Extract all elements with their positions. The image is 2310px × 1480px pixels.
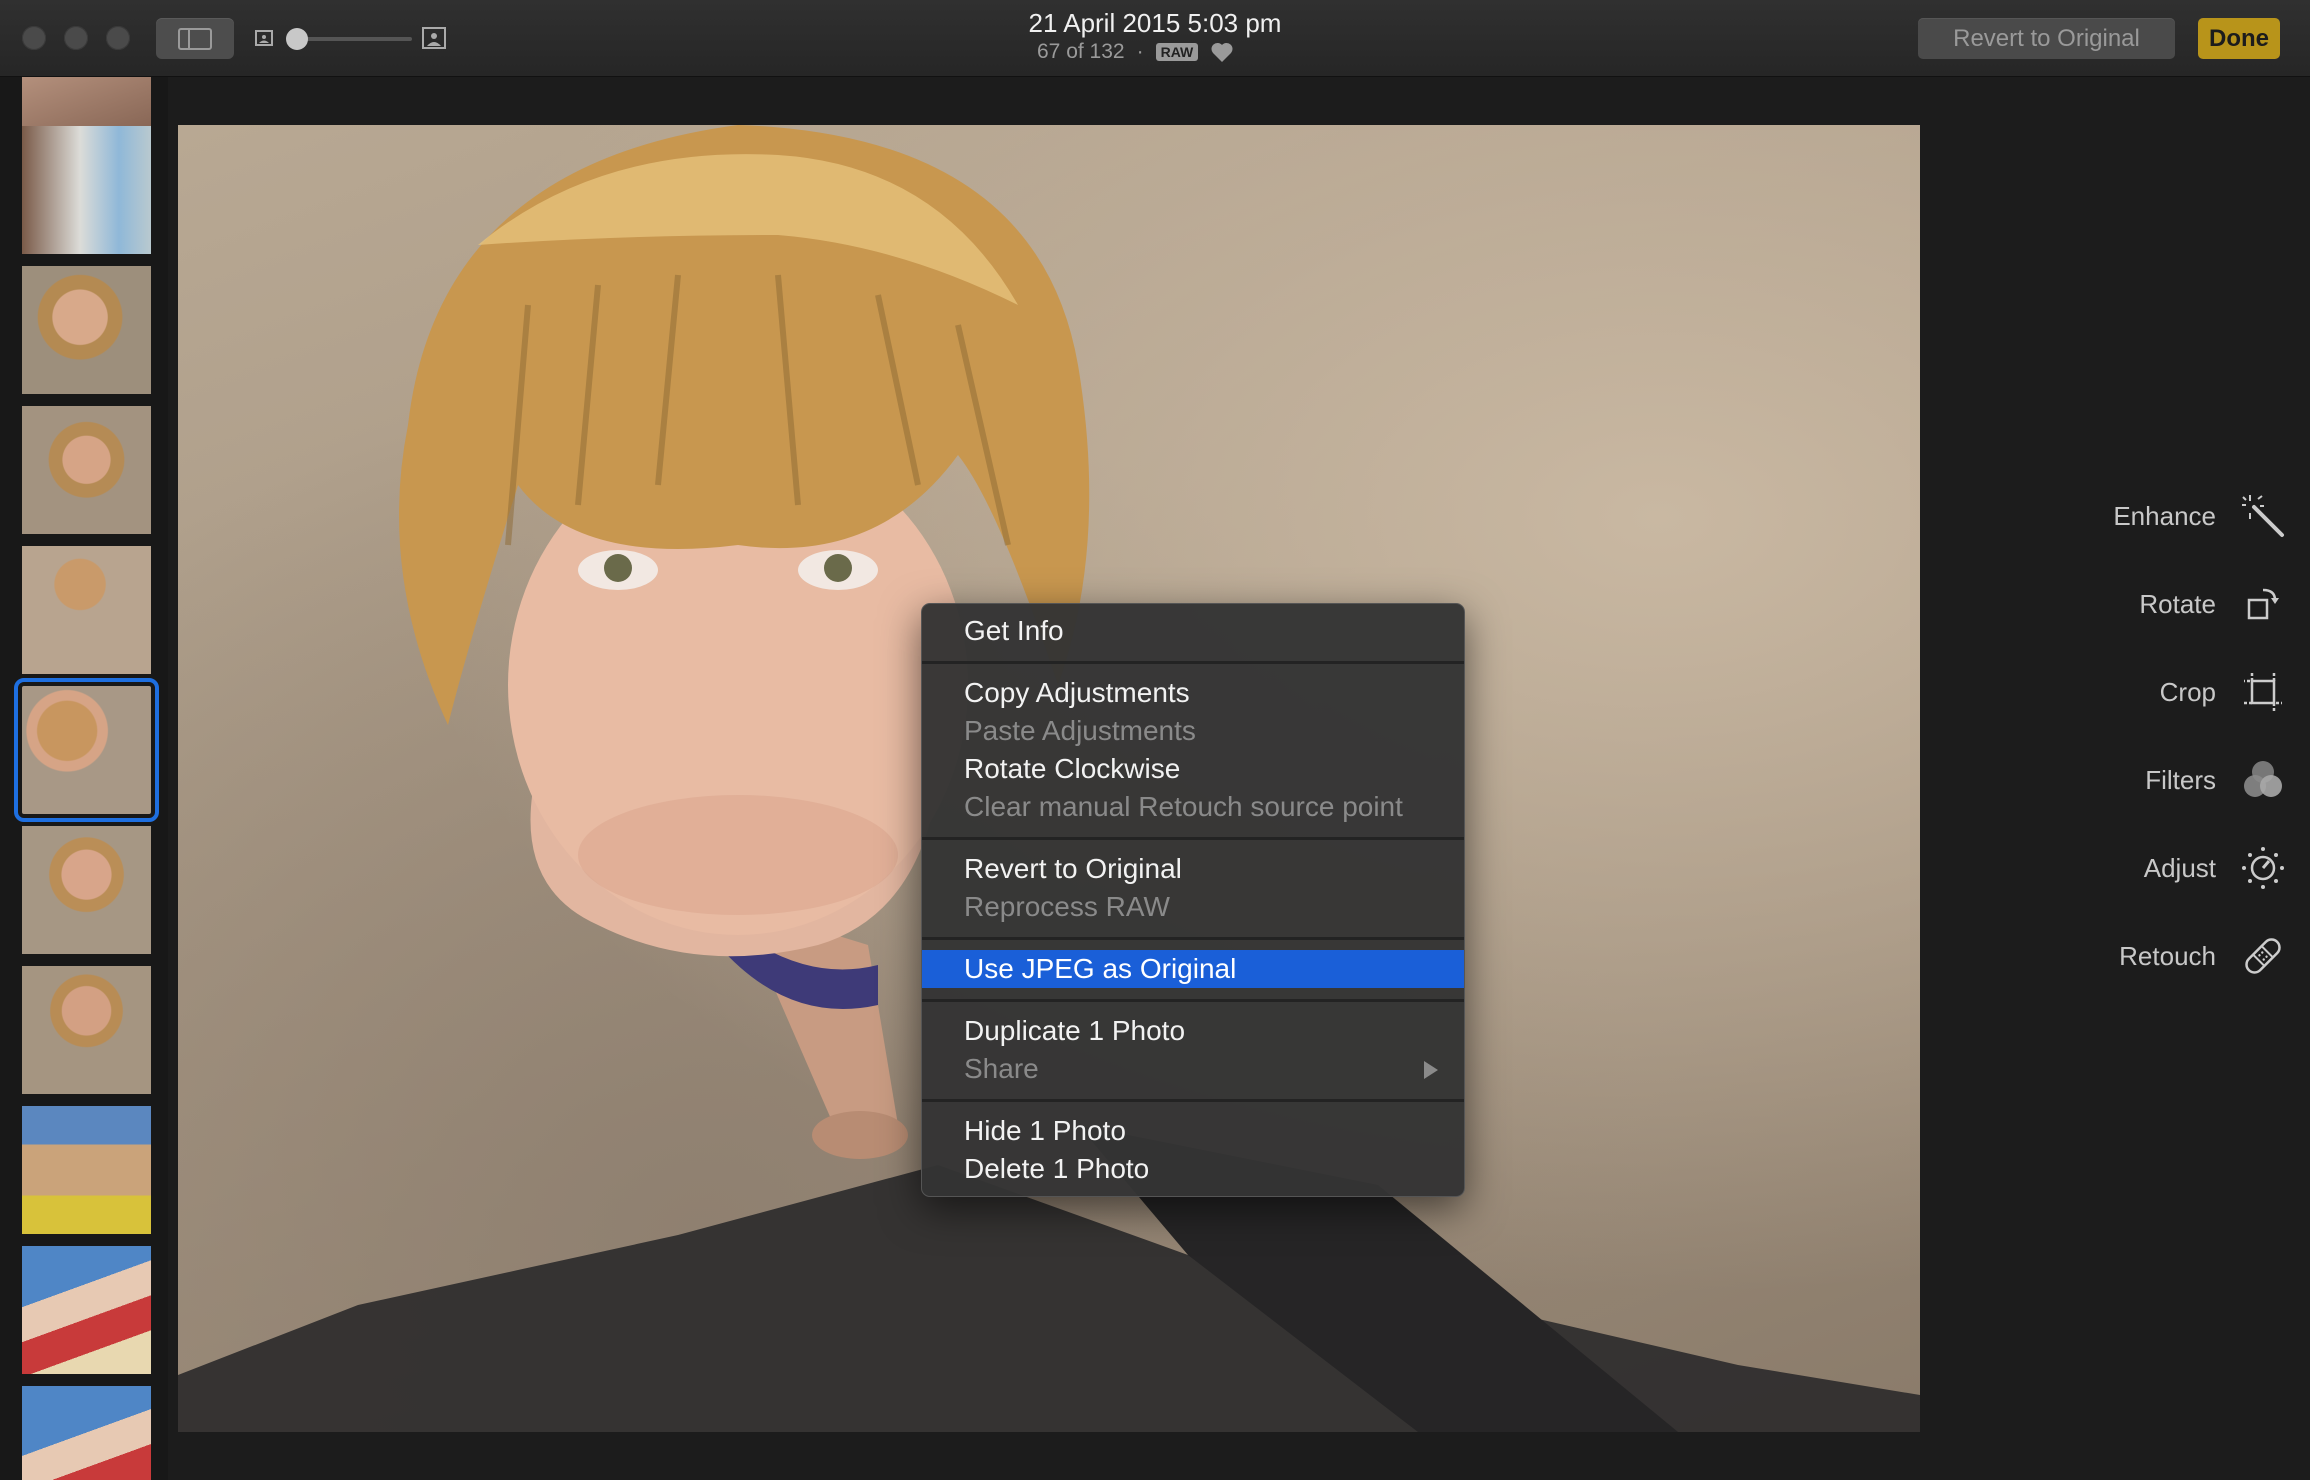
rotate-icon [2238, 579, 2288, 629]
menu-separator [922, 937, 1464, 940]
magic-wand-icon [2238, 491, 2288, 541]
tool-rotate[interactable]: Rotate [2139, 576, 2288, 632]
thumbnail-selected[interactable] [14, 678, 159, 822]
menu-separator [922, 999, 1464, 1002]
tool-adjust[interactable]: Adjust [2144, 840, 2288, 896]
thumbnail[interactable] [22, 966, 151, 1094]
heart-icon[interactable] [1210, 41, 1234, 63]
filmstrip[interactable] [0, 77, 168, 1480]
menu-item-paste-adjustments: Paste Adjustments [964, 715, 1196, 746]
menu-item-reprocess-raw: Reprocess RAW [964, 891, 1170, 922]
revert-to-original-button[interactable]: Revert to Original [1918, 18, 2175, 59]
context-menu: Get Info Copy Adjustments Paste Adjustme… [921, 603, 1465, 1197]
thumbnail[interactable] [22, 126, 151, 254]
menu-separator [922, 837, 1464, 840]
crop-icon [2238, 667, 2288, 717]
menu-item-share: Share [922, 1050, 1464, 1088]
tool-crop-label: Crop [2159, 676, 2216, 707]
menu-item-clear-retouch: Clear manual Retouch source point [964, 791, 1403, 822]
submenu-arrow-icon [1424, 1061, 1438, 1079]
menu-item-duplicate[interactable]: Duplicate 1 Photo [922, 1012, 1464, 1050]
thumbnail[interactable] [22, 406, 151, 534]
thumbnail[interactable] [22, 1386, 151, 1480]
thumbnail[interactable] [22, 1246, 151, 1374]
thumbnail[interactable] [22, 546, 151, 674]
done-button[interactable]: Done [2198, 18, 2280, 59]
adjust-dial-icon [2238, 843, 2288, 893]
menu-item-delete[interactable]: Delete 1 Photo [922, 1150, 1464, 1188]
bandage-icon [2238, 931, 2288, 981]
title-bar: 21 April 2015 5:03 pm 67 of 132 · RAW Re… [0, 0, 2310, 77]
menu-item-use-jpeg-as-original[interactable]: Use JPEG as Original [922, 950, 1464, 988]
menu-item-share-label: Share [964, 1053, 1039, 1084]
menu-item-revert-to-original[interactable]: Revert to Original [922, 850, 1464, 888]
tool-filters-label: Filters [2145, 764, 2216, 795]
menu-separator [922, 1099, 1464, 1102]
thumbnail[interactable] [22, 1106, 151, 1234]
tool-crop[interactable]: Crop [2160, 664, 2288, 720]
menu-item-get-info[interactable]: Get Info [922, 612, 1464, 650]
tool-filters[interactable]: Filters [2145, 752, 2288, 808]
menu-separator [922, 661, 1464, 664]
filters-icon [2238, 755, 2288, 805]
tool-retouch[interactable]: Retouch [2119, 928, 2288, 984]
photo-subtitle: 67 of 132 · RAW [1037, 40, 1234, 64]
thumbnail[interactable] [22, 826, 151, 954]
tool-enhance[interactable]: Enhance [2113, 488, 2288, 544]
thumbnail[interactable] [22, 266, 151, 394]
tool-enhance-label: Enhance [2113, 500, 2216, 531]
separator-dot: · [1136, 40, 1144, 63]
tool-retouch-label: Retouch [2119, 940, 2216, 971]
tool-adjust-label: Adjust [2143, 852, 2216, 883]
menu-item-hide[interactable]: Hide 1 Photo [922, 1112, 1464, 1150]
menu-item-copy-adjustments[interactable]: Copy Adjustments [922, 674, 1464, 712]
menu-item-rotate-clockwise[interactable]: Rotate Clockwise [922, 750, 1464, 788]
raw-badge: RAW [1155, 43, 1199, 61]
tool-rotate-label: Rotate [2139, 588, 2216, 619]
photo-position: 67 of 132 [1037, 40, 1125, 63]
